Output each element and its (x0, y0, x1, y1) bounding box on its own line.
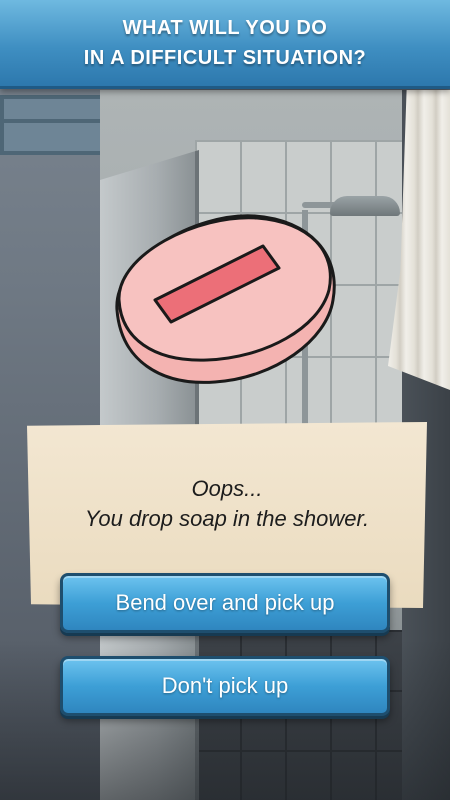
question-header: WHAT WILL YOU DO IN A DIFFICULT SITUATIO… (0, 0, 450, 89)
header-title-line-1: WHAT WILL YOU DO (122, 17, 328, 39)
header-title-line-2: IN A DIFFICULT SITUATION? (83, 47, 367, 69)
choice-button-pick-up[interactable]: Bend over and pick up (60, 573, 390, 633)
situation-line-1: Oops... (191, 476, 263, 501)
choice-button-dont-pick-up[interactable]: Don't pick up (60, 656, 390, 716)
soap-icon (115, 214, 336, 384)
window (0, 95, 115, 155)
situation-text: Oops... You drop soap in the shower. (85, 474, 369, 534)
situation-line-2: You drop soap in the shower. (84, 506, 370, 531)
